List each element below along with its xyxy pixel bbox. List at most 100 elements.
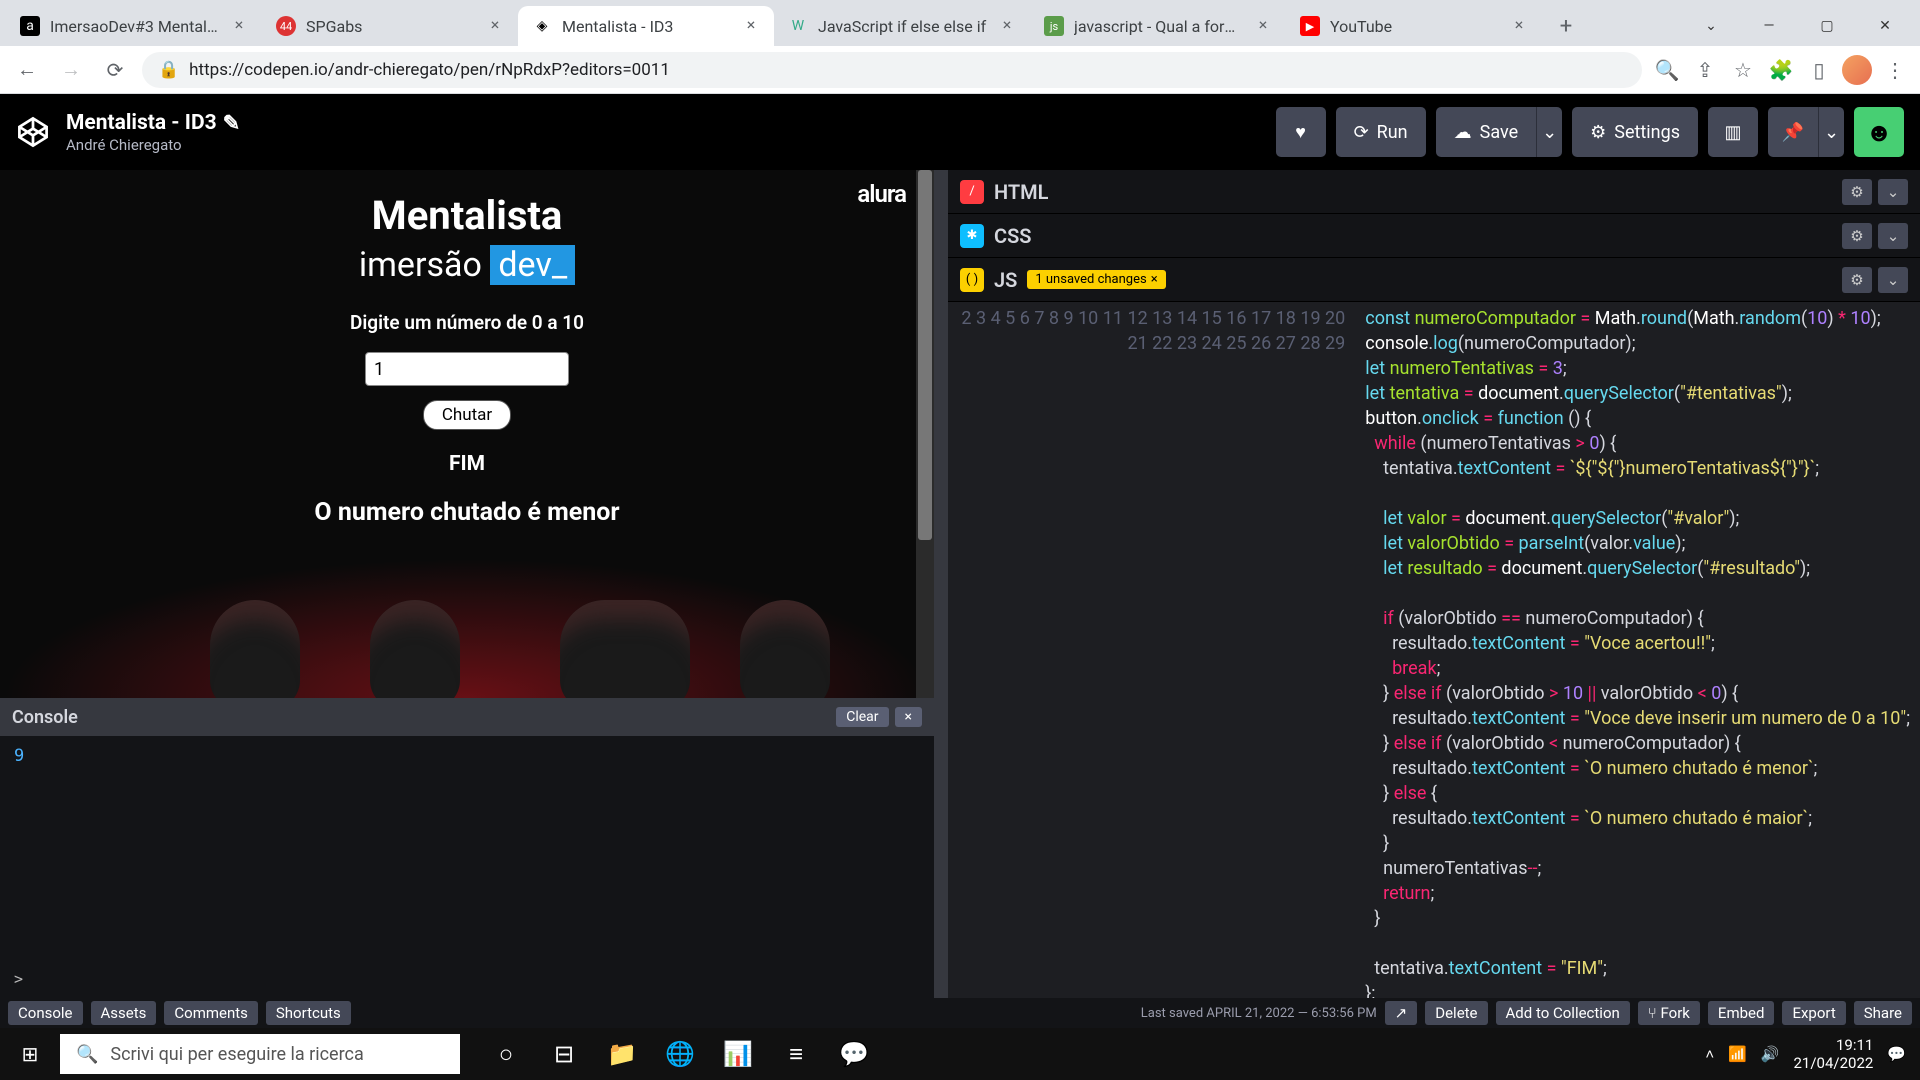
chevron-up-icon[interactable]: ˄ — [1705, 1045, 1714, 1063]
run-button[interactable]: ⟳Run — [1336, 107, 1426, 157]
chrome-icon[interactable]: 🌐 — [652, 1028, 708, 1080]
share-icon[interactable]: ⇪ — [1690, 55, 1720, 85]
start-button[interactable]: ⊞ — [0, 1028, 60, 1080]
export-button[interactable]: Export — [1782, 1001, 1845, 1025]
js-icon: ( ) — [960, 268, 984, 292]
share-button[interactable]: Share — [1854, 1001, 1912, 1025]
maximize-button[interactable]: ▢ — [1798, 6, 1856, 46]
console-clear-button[interactable]: Clear — [836, 707, 888, 727]
vscode-icon[interactable]: ≡ — [768, 1028, 824, 1080]
forward-button[interactable]: → — [54, 53, 88, 87]
tab-title: JavaScript if else else if — [818, 17, 988, 36]
taskbar-search[interactable]: 🔍 Scrivi qui per eseguire la ricerca — [60, 1034, 460, 1074]
editor-settings-button[interactable]: ⚙ — [1842, 179, 1872, 205]
browser-tab[interactable]: a ImersaoDev#3 Mentalista | × — [6, 6, 262, 46]
css-editor-header[interactable]: ✱ CSS ⚙ ⌄ — [948, 214, 1920, 258]
excel-icon[interactable]: 📊 — [710, 1028, 766, 1080]
console-close-button[interactable]: × — [895, 707, 922, 727]
pen-title[interactable]: Mentalista - ID3✎ — [66, 111, 240, 136]
window-controls: ⌄ — ▢ ✕ — [1682, 6, 1914, 46]
favicon-codepen: ◈ — [532, 16, 552, 36]
js-editor-header[interactable]: ( ) JS 1 unsaved changes× ⚙ ⌄ — [948, 258, 1920, 302]
editor-settings-button[interactable]: ⚙ — [1842, 267, 1872, 293]
pen-author[interactable]: André Chieregato — [66, 136, 240, 154]
tab-title: javascript - Qual a forma co — [1074, 17, 1244, 36]
codepen-logo-icon[interactable] — [16, 115, 50, 149]
close-icon[interactable]: × — [1151, 272, 1158, 287]
add-collection-button[interactable]: Add to Collection — [1496, 1001, 1630, 1025]
minimize-button[interactable]: — — [1740, 6, 1798, 46]
css-icon: ✱ — [960, 224, 984, 248]
menu-icon[interactable]: ⋮ — [1880, 55, 1910, 85]
pin-dropdown[interactable]: ⌄ — [1818, 107, 1844, 157]
console-input[interactable]: > — [0, 970, 934, 998]
zoom-icon[interactable]: 🔍 — [1652, 55, 1682, 85]
delete-button[interactable]: Delete — [1425, 1001, 1487, 1025]
footer-comments-button[interactable]: Comments — [164, 1001, 258, 1025]
taskview-icon[interactable]: ⊟ — [536, 1028, 592, 1080]
editor-collapse-button[interactable]: ⌄ — [1878, 267, 1908, 293]
pen-title-wrap: Mentalista - ID3✎ André Chieregato — [66, 111, 240, 154]
notifications-icon[interactable]: 💬 — [1887, 1045, 1906, 1063]
cortana-icon[interactable]: ○ — [478, 1028, 534, 1080]
footer-console-button[interactable]: Console — [8, 1001, 83, 1025]
close-icon[interactable]: × — [1510, 17, 1528, 35]
reload-button[interactable]: ⟳ — [98, 53, 132, 87]
codepen-main: alura Mentalista imersão dev_ Digite um … — [0, 170, 1920, 998]
codepen-header: Mentalista - ID3✎ André Chieregato ♥ ⟳Ru… — [0, 94, 1920, 170]
volume-icon[interactable]: 🔊 — [1761, 1045, 1780, 1063]
close-window-button[interactable]: ✕ — [1856, 6, 1914, 46]
close-icon[interactable]: × — [742, 17, 760, 35]
wifi-icon[interactable]: 📶 — [1728, 1045, 1747, 1063]
system-tray: ˄ 📶 🔊 19:11 21/04/2022 💬 — [1691, 1036, 1920, 1072]
background-image — [0, 558, 934, 698]
windows-taskbar: ⊞ 🔍 Scrivi qui per eseguire la ricerca ○… — [0, 1028, 1920, 1080]
edit-icon[interactable]: ✎ — [223, 111, 241, 136]
save-dropdown[interactable]: ⌄ — [1536, 107, 1562, 157]
star-icon[interactable]: ☆ — [1728, 55, 1758, 85]
extensions-icon[interactable]: 🧩 — [1766, 55, 1796, 85]
footer-shortcuts-button[interactable]: Shortcuts — [266, 1001, 351, 1025]
chevron-down-icon[interactable]: ⌄ — [1682, 6, 1740, 46]
browser-tab[interactable]: 44 SPGabs × — [262, 6, 518, 46]
taskbar-clock[interactable]: 19:11 21/04/2022 — [1793, 1036, 1873, 1072]
open-new-button[interactable]: ↗ — [1385, 1001, 1418, 1025]
editor-collapse-button[interactable]: ⌄ — [1878, 223, 1908, 249]
pin-button[interactable]: 📌 — [1768, 107, 1818, 157]
preview-scrollbar[interactable] — [916, 170, 934, 698]
close-icon[interactable]: × — [1254, 17, 1272, 35]
js-code-editor[interactable]: 2 3 4 5 6 7 8 9 10 11 12 13 14 15 16 17 … — [948, 302, 1920, 998]
close-icon[interactable]: × — [486, 17, 504, 35]
unsaved-badge[interactable]: 1 unsaved changes× — [1027, 270, 1165, 289]
tab-title: Mentalista - ID3 — [562, 17, 732, 36]
user-avatar[interactable]: ☻ — [1854, 107, 1904, 157]
embed-button[interactable]: Embed — [1708, 1001, 1775, 1025]
explorer-icon[interactable]: 📁 — [594, 1028, 650, 1080]
console-panel: Console Clear × 9 > — [0, 698, 934, 998]
settings-button[interactable]: ⚙Settings — [1572, 107, 1698, 157]
close-icon[interactable]: × — [998, 17, 1016, 35]
editor-settings-button[interactable]: ⚙ — [1842, 223, 1872, 249]
chrome-actions: 🔍 ⇪ ☆ 🧩 ▯ ⋮ — [1652, 55, 1910, 85]
save-button[interactable]: ☁Save — [1436, 107, 1537, 157]
browser-tab[interactable]: W JavaScript if else else if × — [774, 6, 1030, 46]
close-icon[interactable]: × — [230, 17, 248, 35]
browser-tab[interactable]: ▶ YouTube × — [1286, 6, 1542, 46]
chutar-button[interactable]: Chutar — [423, 400, 511, 430]
editor-collapse-button[interactable]: ⌄ — [1878, 179, 1908, 205]
sidepanel-icon[interactable]: ▯ — [1804, 55, 1834, 85]
heart-button[interactable]: ♥ — [1276, 107, 1326, 157]
layout-button[interactable]: ▥ — [1708, 107, 1758, 157]
profile-avatar[interactable] — [1842, 55, 1872, 85]
whatsapp-icon[interactable]: 💬 — [826, 1028, 882, 1080]
fork-button[interactable]: ⑂ Fork — [1638, 1001, 1700, 1025]
valor-input[interactable] — [365, 352, 569, 386]
code-content[interactable]: const numeroComputador = Math.round(Math… — [1355, 302, 1920, 998]
new-tab-button[interactable]: + — [1548, 8, 1584, 44]
html-editor-header[interactable]: / HTML ⚙ ⌄ — [948, 170, 1920, 214]
back-button[interactable]: ← — [10, 53, 44, 87]
browser-tab[interactable]: js javascript - Qual a forma co × — [1030, 6, 1286, 46]
browser-tab-active[interactable]: ◈ Mentalista - ID3 × — [518, 6, 774, 46]
footer-assets-button[interactable]: Assets — [91, 1001, 157, 1025]
url-input[interactable]: 🔒 https://codepen.io/andr-chieregato/pen… — [142, 52, 1642, 88]
